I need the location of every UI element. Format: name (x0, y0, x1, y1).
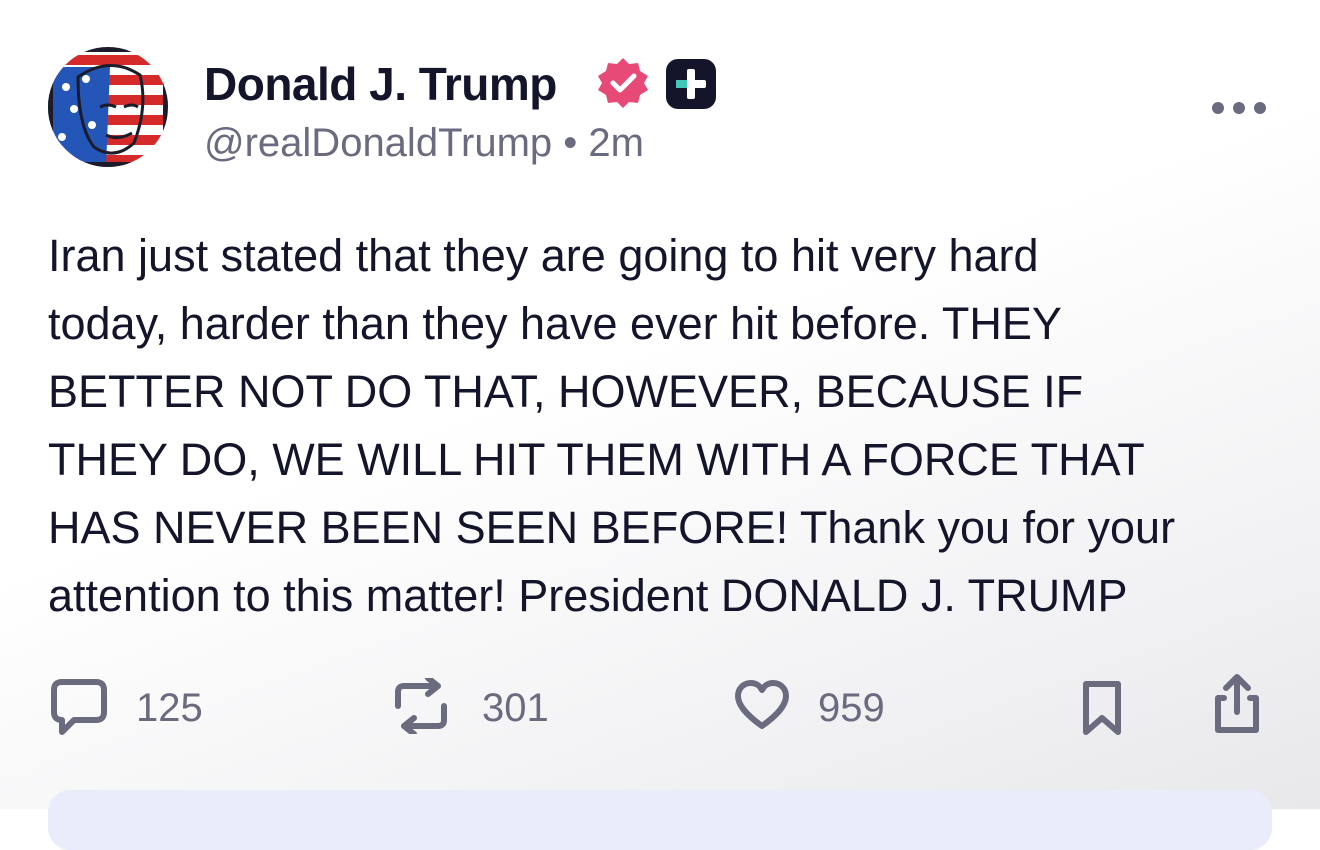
share-icon (1210, 672, 1264, 741)
verified-badge-icon (596, 56, 650, 110)
more-options-icon[interactable] (1208, 86, 1270, 130)
repost-button[interactable]: 301 (388, 674, 549, 740)
share-button[interactable] (1210, 672, 1264, 741)
bookmark-icon (1080, 678, 1124, 743)
repost-count: 301 (482, 685, 549, 730)
author-handle[interactable]: @realDonaldTrump (204, 121, 552, 165)
plus-badge-icon (664, 57, 718, 111)
author-avatar[interactable] (48, 47, 168, 167)
heart-icon (734, 679, 790, 737)
reply-icon (50, 676, 108, 741)
post-timestamp[interactable]: 2m (588, 121, 644, 165)
like-button[interactable]: 959 (734, 676, 885, 740)
like-count: 959 (818, 685, 885, 730)
meta-separator: • (563, 121, 578, 165)
reply-count: 125 (136, 685, 203, 730)
author-name[interactable]: Donald J. Trump (204, 58, 557, 110)
repost-icon (388, 674, 454, 739)
next-card-edge (48, 790, 1272, 850)
reply-button[interactable]: 125 (50, 676, 203, 740)
post-text: Iran just stated that they are going to … (48, 230, 1176, 621)
bookmark-button[interactable] (1080, 678, 1124, 742)
author-meta: @realDonaldTrump • 2m (204, 120, 644, 166)
